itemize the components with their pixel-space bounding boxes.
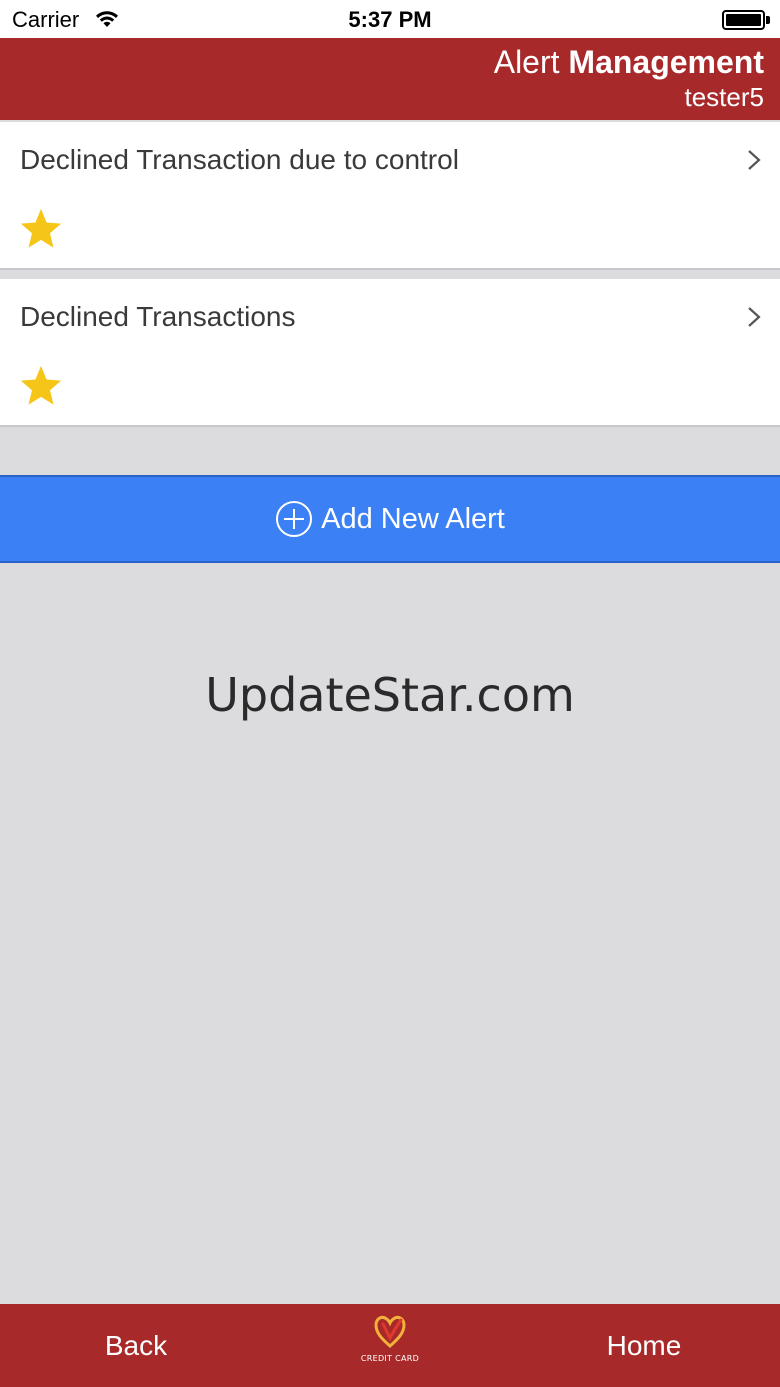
- back-button[interactable]: Back: [0, 1304, 272, 1387]
- battery-icon: [722, 10, 770, 30]
- chevron-right-icon: [748, 307, 761, 327]
- star-icon[interactable]: [18, 206, 64, 252]
- credit-card-logo[interactable]: CREDIT CARD: [340, 1312, 440, 1380]
- page-title-bold: Management: [568, 44, 764, 80]
- logo-text: CREDIT CARD: [360, 1354, 420, 1363]
- alert-item[interactable]: Declined Transactions: [0, 279, 780, 427]
- alert-name: Declined Transactions: [20, 301, 296, 332]
- star-icon[interactable]: [18, 363, 64, 409]
- alert-item[interactable]: Declined Transaction due to control: [0, 122, 780, 270]
- bottom-nav-bar: Back CREDIT CARD Home: [0, 1304, 780, 1387]
- heart-logo-icon: [374, 1315, 406, 1348]
- alert-name: Declined Transaction due to control: [20, 144, 459, 175]
- watermark-text: UpdateStar.com: [205, 668, 575, 722]
- chevron-right-icon: [748, 150, 761, 170]
- username-label: tester5: [684, 82, 765, 112]
- page-title: Alert Management: [494, 44, 764, 81]
- plus-circle-icon: [276, 501, 313, 537]
- page-title-light: Alert: [493, 44, 560, 80]
- add-new-alert-button[interactable]: Add New Alert: [0, 475, 780, 563]
- clock-time: 5:37 PM: [348, 7, 432, 32]
- add-new-alert-label: Add New Alert: [321, 502, 505, 535]
- home-button[interactable]: Home: [508, 1304, 780, 1387]
- status-bar: Carrier 5:37 PM: [0, 0, 780, 38]
- app-header: Alert Management tester5: [0, 38, 780, 120]
